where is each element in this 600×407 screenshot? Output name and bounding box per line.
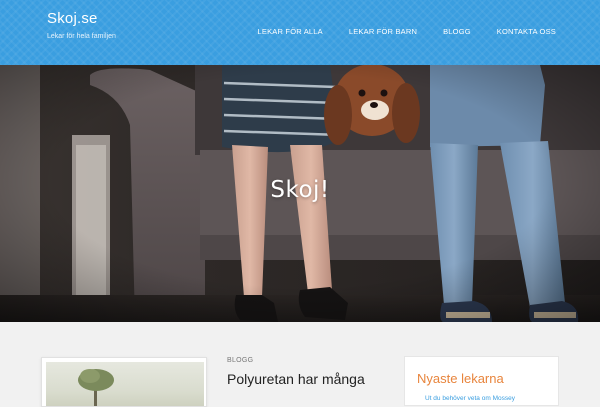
nav-item-blogg[interactable]: BLOGG — [443, 27, 471, 36]
site-title[interactable]: Skoj.se — [47, 10, 116, 27]
nav-item-kontakta-oss[interactable]: KONTAKTA OSS — [497, 27, 556, 36]
site-tagline: Lekar för hela familjen — [47, 33, 116, 40]
nav-item-lekar-for-alla[interactable]: LEKAR FÖR ALLA — [258, 27, 323, 36]
hero-title: Skoj! — [270, 177, 330, 203]
site-header: Skoj.se Lekar för hela familjen LEKAR FÖ… — [0, 0, 600, 65]
sidebar-title: Nyaste lekarna — [417, 371, 504, 386]
post-category[interactable]: BLOGG — [227, 357, 253, 364]
hero-banner: Skoj! — [0, 65, 600, 322]
sidebar-widget-latest: Nyaste lekarna Ut du behöver veta om Mos… — [404, 356, 559, 406]
main-nav: LEKAR FÖR ALLA LEKAR FÖR BARN BLOGG KONT… — [258, 27, 556, 36]
post-image — [46, 362, 204, 406]
post-title[interactable]: Polyuretan har många — [227, 371, 377, 387]
sidebar-link[interactable]: Ut du behöver veta om Mossey — [425, 395, 515, 402]
brand[interactable]: Skoj.se Lekar för hela familjen — [47, 10, 116, 40]
nav-item-lekar-for-barn[interactable]: LEKAR FÖR BARN — [349, 27, 417, 36]
